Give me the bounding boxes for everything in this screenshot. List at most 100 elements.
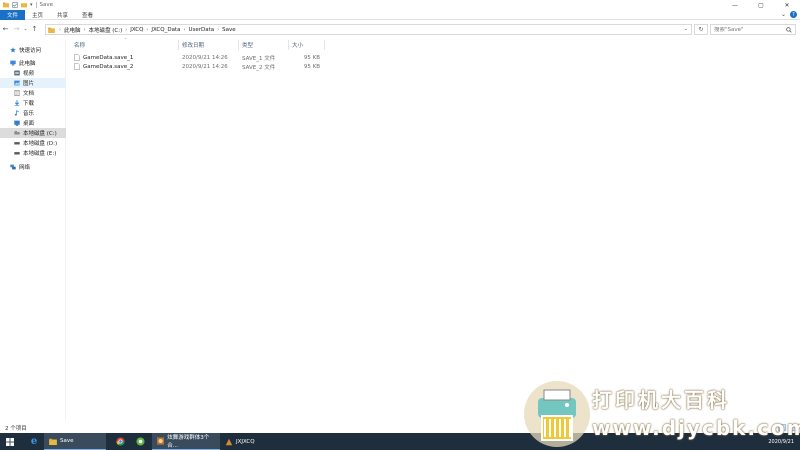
large-icons-view-button[interactable] [788, 424, 796, 431]
breadcrumb-this-pc[interactable]: 此电脑 [62, 26, 83, 34]
back-button[interactable]: ← [0, 21, 11, 37]
breadcrumb-jxcq[interactable]: JXCQ [128, 27, 145, 33]
sidebar-item-drive-e[interactable]: 本地磁盘 (E:) [0, 148, 66, 158]
title-separator [35, 2, 37, 8]
up-button[interactable]: ↑ [29, 21, 40, 37]
taskbar-app-green[interactable] [130, 433, 150, 450]
file-name-cell: GameData.save_1 [74, 53, 133, 62]
sort-ascending-icon: ⌃ [124, 37, 128, 42]
file-size: 95 KB [303, 63, 320, 70]
window-title: Save [39, 2, 54, 8]
properties-icon[interactable] [12, 2, 18, 8]
file-name-cell: GameData.save_2 [74, 62, 133, 71]
video-folder-icon [14, 70, 20, 76]
title-bar: ▾ Save — ▢ ✕ [0, 0, 800, 10]
start-button[interactable] [0, 433, 20, 450]
sidebar-item-network[interactable]: 网络 [0, 162, 66, 172]
sidebar-item-label: 此电脑 [19, 61, 36, 67]
taskbar-app-jxcq[interactable]: JXJXCQ [220, 433, 272, 450]
breadcrumb-drive-c[interactable]: 本地磁盘 (C:) [87, 26, 125, 34]
table-row[interactable]: GameData.save_2 2020/9/21 14:26 SAVE_2 文… [66, 62, 800, 71]
music-folder-icon [14, 110, 19, 116]
column-separator[interactable] [288, 40, 289, 50]
file-type: SAVE_1 文件 [242, 55, 276, 62]
file-icon [74, 54, 80, 61]
taskbar-chrome[interactable] [110, 433, 130, 450]
sidebar-item-label: 图片 [23, 81, 35, 87]
file-modified: 2020/9/21 14:26 [182, 54, 228, 61]
column-header-size[interactable]: 大小 [292, 40, 303, 50]
taskbar: e Save 炫舞游戏群体3个合... JXJXCQ 2020/9/21 [0, 433, 800, 450]
sidebar-item-music[interactable]: 音乐 [0, 108, 66, 118]
tab-home[interactable]: 主页 [25, 10, 50, 20]
maximize-button[interactable]: ▢ [748, 0, 774, 10]
minimize-button[interactable]: — [722, 0, 748, 10]
table-row[interactable]: GameData.save_1 2020/9/21 14:26 SAVE_1 文… [66, 53, 800, 62]
taskbar-app-explorer[interactable]: Save [44, 433, 106, 450]
sidebar-item-label: 音乐 [23, 111, 35, 117]
sidebar-item-label: 本地磁盘 (E:) [23, 151, 57, 157]
sidebar-item-desktop[interactable]: 桌面 [0, 118, 66, 128]
tab-file[interactable]: 文件 [0, 9, 26, 20]
view-toggle [778, 424, 796, 431]
forward-button[interactable]: → [11, 21, 22, 37]
tab-view[interactable]: 查看 [75, 10, 100, 20]
sidebar-item-downloads[interactable]: 下载 [0, 98, 66, 108]
desktop-folder-icon [14, 120, 20, 126]
column-separator[interactable] [324, 40, 325, 50]
navigation-bar: ← → ⌄ ↑ › 此电脑 › 本地磁盘 (C:) › JXCQ › JXCQ_… [0, 21, 800, 37]
sidebar-item-drive-d[interactable]: 本地磁盘 (D:) [0, 138, 66, 148]
sidebar-item-label: 下载 [23, 101, 35, 107]
search-box[interactable] [710, 24, 796, 35]
sidebar-item-this-pc[interactable]: 此电脑 [0, 58, 66, 68]
item-count: 2 个项目 [5, 426, 27, 432]
breadcrumb: › 此电脑 › 本地磁盘 (C:) › JXCQ › JXCQ_Data › U… [55, 24, 238, 35]
drive-icon [14, 142, 20, 145]
documents-folder-icon [14, 90, 20, 96]
drive-icon [14, 131, 20, 135]
taskbar-app-label: Save [60, 438, 74, 444]
column-separator[interactable] [238, 40, 239, 50]
sidebar-item-label: 桌面 [23, 121, 35, 127]
column-header-date[interactable]: 修改日期 [182, 40, 204, 50]
sidebar-item-quick-access[interactable]: 快速访问 [0, 45, 66, 55]
sidebar-item-label: 快速访问 [19, 48, 42, 54]
recent-locations-chevron-icon[interactable]: ⌄ [22, 21, 29, 37]
file-type: SAVE_2 文件 [242, 64, 276, 71]
sidebar-item-drive-c[interactable]: 本地磁盘 (C:) [0, 128, 66, 138]
window-controls: — ▢ ✕ [722, 0, 800, 10]
app-icon [135, 437, 145, 446]
address-dropdown-chevron-icon[interactable]: ⌄ [684, 26, 688, 32]
refresh-button[interactable]: ↻ [694, 24, 708, 35]
navigation-pane: 快速访问 此电脑 视频 图片 文档 下载 音乐 桌面 本地磁盘 (C:) 本地磁… [0, 40, 66, 420]
details-view-button[interactable] [778, 424, 786, 431]
taskbar-app-game-group[interactable]: 炫舞游戏群体3个合... [152, 433, 220, 450]
tab-share[interactable]: 共享 [50, 10, 75, 20]
taskbar-app-label: JXJXCQ [236, 438, 255, 445]
ribbon-tabs: 文件 主页 共享 查看 ⌄ ? [0, 9, 800, 20]
column-header-type[interactable]: 类型 [242, 40, 253, 50]
address-bar[interactable]: › 此电脑 › 本地磁盘 (C:) › JXCQ › JXCQ_Data › U… [45, 24, 692, 35]
breadcrumb-userdata[interactable]: UserData [186, 27, 216, 33]
sidebar-item-documents[interactable]: 文档 [0, 88, 66, 98]
sidebar-item-videos[interactable]: 视频 [0, 68, 66, 78]
customize-toolbar-chevron-icon[interactable]: ▾ [30, 2, 33, 8]
breadcrumb-save[interactable]: Save [220, 27, 238, 33]
expand-ribbon-chevron-icon[interactable]: ⌄ [781, 11, 786, 18]
close-button[interactable]: ✕ [774, 0, 800, 10]
system-tray: 2020/9/21 [768, 433, 794, 450]
sidebar-item-label: 本地磁盘 (C:) [23, 131, 57, 137]
drive-icon [14, 152, 20, 155]
file-icon [74, 63, 80, 70]
help-icon[interactable]: ? [790, 11, 797, 18]
edge-icon: e [30, 436, 38, 447]
taskbar-edge[interactable]: e [24, 433, 44, 450]
downloads-folder-icon [14, 100, 20, 106]
breadcrumb-jxcq-data[interactable]: JXCQ_Data [149, 27, 182, 33]
sidebar-item-pictures[interactable]: 图片 [0, 78, 66, 88]
column-header-name[interactable]: 名称 [74, 40, 85, 50]
clock-date[interactable]: 2020/9/21 [768, 439, 794, 445]
new-folder-icon[interactable] [21, 2, 27, 8]
column-separator[interactable] [178, 40, 179, 50]
search-input[interactable] [714, 26, 784, 33]
